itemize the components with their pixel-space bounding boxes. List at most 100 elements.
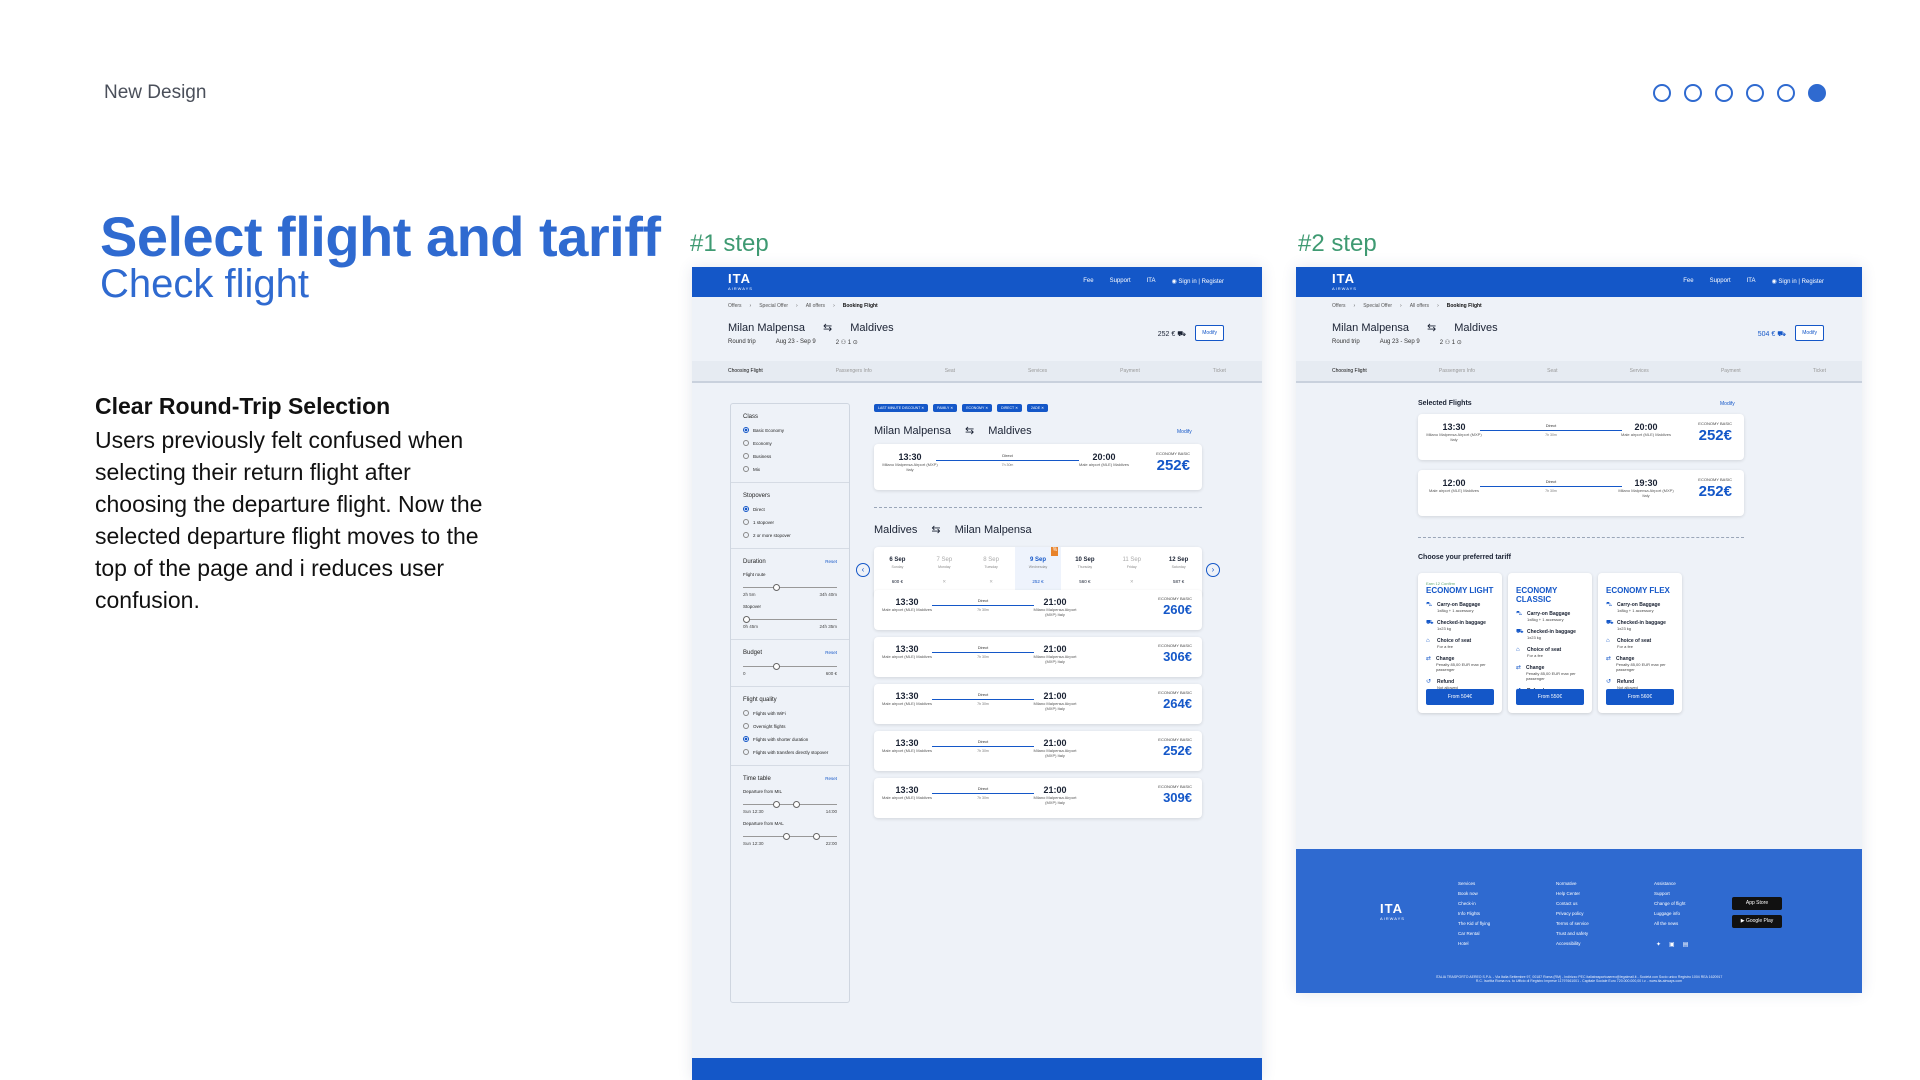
pager-dot[interactable] bbox=[1715, 84, 1733, 102]
selected-flight-card[interactable]: 12:00 Male airport (MLE) Maldives Direct 7… bbox=[1418, 470, 1744, 516]
return-flight-card[interactable]: 13:30 Male airport (MLE) Maldives Direct 7… bbox=[874, 731, 1202, 771]
step-ticket[interactable]: Ticket bbox=[1813, 368, 1826, 374]
quality-option[interactable]: Flights with WiFi bbox=[743, 710, 837, 716]
crumb[interactable]: Offers bbox=[1332, 303, 1346, 309]
pager-dot-active[interactable] bbox=[1808, 84, 1826, 102]
tariff-select-button[interactable]: From 504€ bbox=[1426, 689, 1494, 705]
pager-dot[interactable] bbox=[1653, 84, 1671, 102]
budget-slider[interactable] bbox=[743, 663, 837, 670]
dep-mal-slider[interactable] bbox=[743, 833, 837, 840]
footer-link[interactable]: Contact us bbox=[1556, 899, 1589, 909]
class-option[interactable]: Economy bbox=[743, 440, 837, 446]
filter-chip[interactable]: DIRECT ✕ bbox=[997, 404, 1023, 412]
step-choosing-flight[interactable]: Choosing Flight bbox=[728, 368, 763, 374]
outbound-flight-card[interactable]: 13:30 Milano Malpensa Airport (MXP) Italy… bbox=[874, 444, 1202, 490]
footer-logo[interactable]: ITA AIRWAYS bbox=[1380, 902, 1405, 924]
tariff-card[interactable]: Earn 12 Confirm ECONOMY LIGHT ⛍ Carry-on … bbox=[1418, 573, 1502, 713]
reset-link[interactable]: Reset bbox=[825, 776, 837, 781]
ita-logo[interactable]: ITA AIRWAYS bbox=[728, 272, 753, 294]
step-passengers[interactable]: Passengers Info bbox=[1439, 368, 1475, 374]
crumb[interactable]: All offers bbox=[1410, 303, 1429, 309]
footer-link[interactable]: All the news bbox=[1654, 919, 1686, 929]
tariff-card[interactable]: ECONOMY CLASSIC ⛍ Carry-on Baggage 1x8kg +… bbox=[1508, 573, 1592, 713]
crumb[interactable]: Special Offer bbox=[1363, 303, 1392, 309]
selected-flight-card[interactable]: 13:30 Milano Malpensa Airport (MXP) Italy… bbox=[1418, 414, 1744, 460]
quality-option[interactable]: Overnight flights bbox=[743, 723, 837, 729]
nav-ita[interactable]: ITA bbox=[1147, 278, 1156, 285]
footer-link[interactable]: Accessibility bbox=[1556, 939, 1589, 949]
return-flight-card[interactable]: 13:30 Male airport (MLE) Maldives Direct 7… bbox=[874, 637, 1202, 677]
footer-link[interactable]: Terms of service bbox=[1556, 919, 1589, 929]
stopover-slider[interactable] bbox=[743, 616, 837, 623]
footer-link[interactable]: Assistance bbox=[1654, 879, 1686, 889]
route-slider[interactable] bbox=[743, 584, 837, 591]
modify-button[interactable]: Modify bbox=[1795, 325, 1824, 341]
footer-link[interactable]: The Kid of flying bbox=[1458, 919, 1490, 929]
return-flight-card[interactable]: 13:30 Male airport (MLE) Maldives Direct 7… bbox=[874, 778, 1202, 818]
footer-link[interactable]: Car Rental bbox=[1458, 929, 1490, 939]
footer-link[interactable]: Help Center bbox=[1556, 889, 1589, 899]
pager-dot[interactable] bbox=[1777, 84, 1795, 102]
filter-chip[interactable]: FAMILY ✕ bbox=[933, 404, 958, 412]
app-store-badge[interactable]: App Store bbox=[1732, 897, 1782, 910]
instagram-icon[interactable]: ▣ bbox=[1669, 941, 1675, 948]
step-passengers[interactable]: Passengers Info bbox=[836, 368, 872, 374]
step-ticket[interactable]: Ticket bbox=[1213, 368, 1226, 374]
footer-link[interactable]: Book now bbox=[1458, 889, 1490, 899]
nav-fee[interactable]: Fee bbox=[1083, 278, 1093, 285]
crumb[interactable]: All offers bbox=[806, 303, 825, 309]
footer-link[interactable]: Privacy policy bbox=[1556, 909, 1589, 919]
step-choosing-flight[interactable]: Choosing Flight bbox=[1332, 368, 1367, 374]
class-option[interactable]: Basic Economy bbox=[743, 427, 837, 433]
google-play-badge[interactable]: ▶ Google Play bbox=[1732, 915, 1782, 928]
footer-link[interactable]: Normative bbox=[1556, 879, 1589, 889]
step-seat[interactable]: Seat bbox=[1547, 368, 1557, 374]
pager-dot[interactable] bbox=[1746, 84, 1764, 102]
step-payment[interactable]: Payment bbox=[1120, 368, 1140, 374]
filter-chip[interactable]: LAST MINUTE DISCOUNT ✕ bbox=[874, 404, 929, 412]
class-option[interactable]: Mix bbox=[743, 466, 837, 472]
reset-link[interactable]: Reset bbox=[825, 650, 837, 655]
tariff-card[interactable]: ECONOMY FLEX ⛍ Carry-on Baggage 1x8kg + 1 … bbox=[1598, 573, 1682, 713]
stopover-option[interactable]: 1 stopover bbox=[743, 519, 837, 525]
footer-link[interactable]: Info Flights bbox=[1458, 909, 1490, 919]
nav-signin[interactable]: ◉ Sign in | Register bbox=[1172, 278, 1225, 285]
dep-mil-slider[interactable] bbox=[743, 801, 837, 808]
selected-modify-link[interactable]: Modify bbox=[1720, 401, 1735, 407]
step-seat[interactable]: Seat bbox=[945, 368, 955, 374]
twitter-icon[interactable]: ✦ bbox=[1656, 941, 1661, 948]
footer-link[interactable]: Support bbox=[1654, 889, 1686, 899]
class-option[interactable]: Business bbox=[743, 453, 837, 459]
footer-link[interactable]: Luggage info bbox=[1654, 909, 1686, 919]
ita-logo[interactable]: ITA AIRWAYS bbox=[1332, 272, 1357, 294]
return-flight-card[interactable]: 13:30 Male airport (MLE) Maldives Direct 7… bbox=[874, 590, 1202, 630]
footer-link[interactable]: Trust and safety bbox=[1556, 929, 1589, 939]
date-next-arrow[interactable]: › bbox=[1206, 563, 1220, 577]
step-payment[interactable]: Payment bbox=[1721, 368, 1741, 374]
step-services[interactable]: Services bbox=[1028, 368, 1047, 374]
nav-ita[interactable]: ITA bbox=[1747, 278, 1756, 285]
facebook-icon[interactable]: ▤ bbox=[1683, 941, 1689, 948]
quality-option[interactable]: Flights with transfers directly stopover bbox=[743, 749, 837, 755]
pager-dot[interactable] bbox=[1684, 84, 1702, 102]
footer-link[interactable]: Services bbox=[1458, 879, 1490, 889]
nav-signin[interactable]: ◉ Sign in | Register bbox=[1772, 278, 1825, 285]
quality-option[interactable]: Flights with shorter duration bbox=[743, 736, 837, 742]
nav-support[interactable]: Support bbox=[1110, 278, 1131, 285]
filter-chip[interactable]: 2ADE ✕ bbox=[1027, 404, 1049, 412]
crumb[interactable]: Offers bbox=[728, 303, 742, 309]
modify-button[interactable]: Modify bbox=[1195, 325, 1224, 341]
stopover-option[interactable]: 2 or more stopover bbox=[743, 532, 837, 538]
stopover-option[interactable]: Direct bbox=[743, 506, 837, 512]
date-prev-arrow[interactable]: ‹ bbox=[856, 563, 870, 577]
tariff-select-button[interactable]: From 550€ bbox=[1516, 689, 1584, 705]
step-services[interactable]: Services bbox=[1630, 368, 1649, 374]
outbound-modify-link[interactable]: Modify bbox=[1177, 429, 1192, 435]
tariff-select-button[interactable]: From 560€ bbox=[1606, 689, 1674, 705]
footer-link[interactable]: Hotel bbox=[1458, 939, 1490, 949]
nav-fee[interactable]: Fee bbox=[1683, 278, 1693, 285]
crumb[interactable]: Special Offer bbox=[759, 303, 788, 309]
nav-support[interactable]: Support bbox=[1710, 278, 1731, 285]
footer-link[interactable]: Check-in bbox=[1458, 899, 1490, 909]
filter-chip[interactable]: ECONOMY ✕ bbox=[962, 404, 993, 412]
